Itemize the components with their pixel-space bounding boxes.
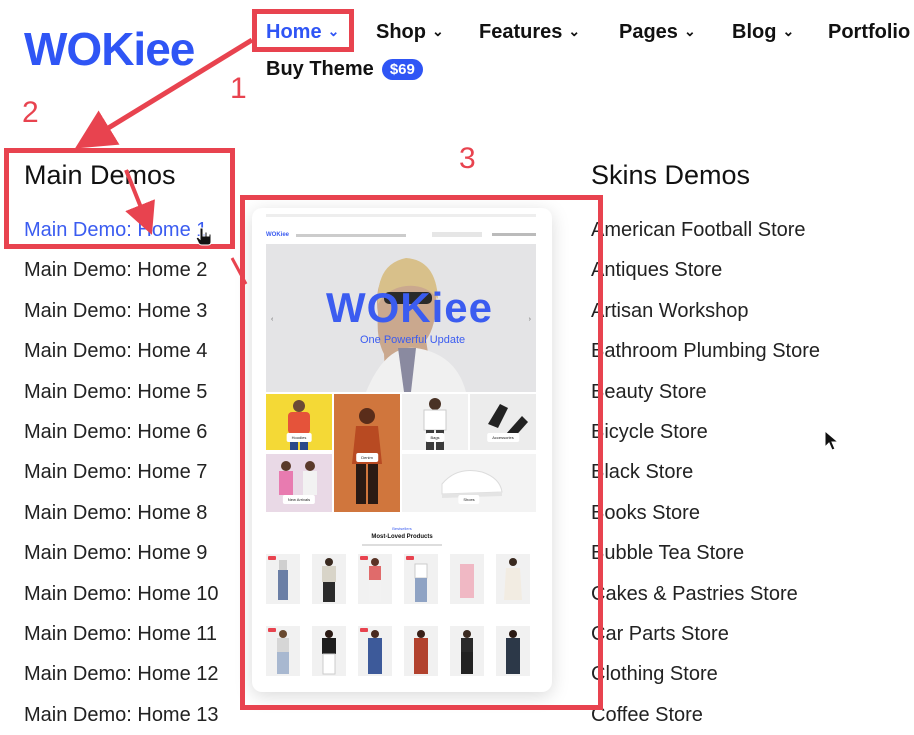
annotation-arrows: [74, 37, 254, 285]
hand-cursor-icon: [195, 227, 212, 246]
mouse-cursor-icon: [824, 430, 840, 451]
arrow-to-home-1: [124, 169, 155, 235]
arrow-home-to-main-demos: [74, 37, 254, 149]
arrow-to-preview: [230, 257, 248, 285]
